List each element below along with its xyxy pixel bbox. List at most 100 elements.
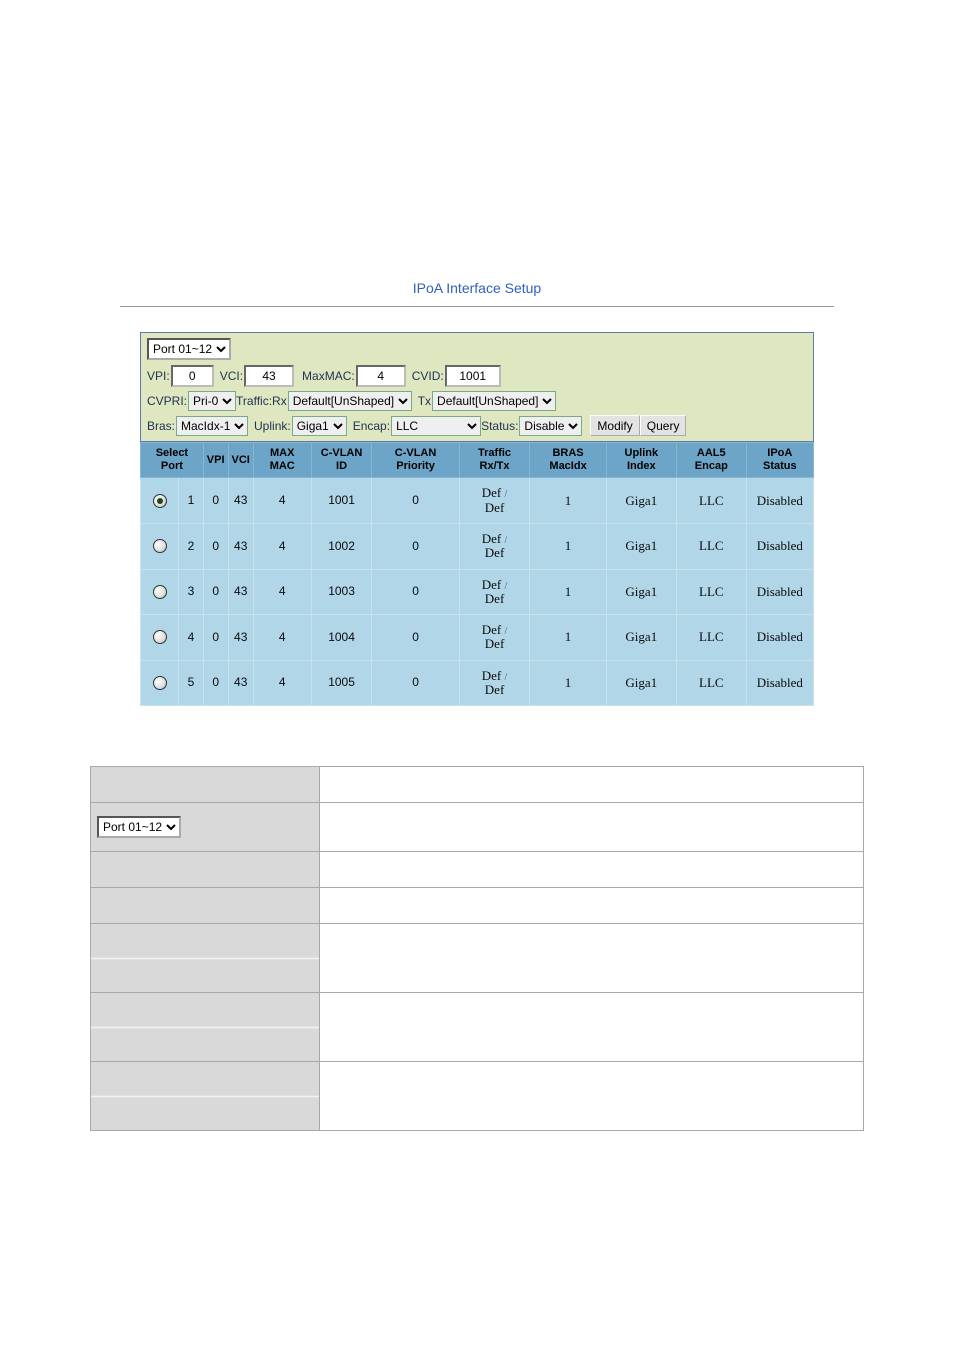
desc-left-3 [91,852,320,888]
cell-uplink: Giga1 [606,615,676,661]
vpi-label: VPI: [147,369,170,383]
traffic-rx-label: Traffic:Rx [236,394,287,408]
config-panel: Port 01~12 VPI: VCI: MaxMAC: CVID: [140,332,814,442]
status-select[interactable]: Disable [519,416,582,436]
table-row: 1043410010Def /Def1Giga1LLCDisabled [141,478,814,524]
desc-right-7 [320,1062,864,1131]
cell-traffic: Def /Def [459,660,530,706]
row-radio[interactable] [153,539,167,553]
col-maxmac: MAX MAC [253,443,311,478]
col-ipoa: IPoA Status [746,443,813,478]
cell-vci: 43 [228,615,253,661]
cell-bras: 1 [530,615,606,661]
desc-left-6 [91,993,320,1062]
cell-cvid: 1004 [311,615,372,661]
cell-traffic: Def /Def [459,569,530,615]
cell-cvpri: 0 [372,478,459,524]
table-row: 4043410040Def /Def1Giga1LLCDisabled [141,615,814,661]
ipoa-table: Select Port VPI VCI MAX MAC C-VLAN ID C-… [140,442,814,706]
cell-maxmac: 4 [253,615,311,661]
desc-right-6 [320,993,864,1062]
cell-vpi: 0 [203,523,228,569]
table-row: 2043410020Def /Def1Giga1LLCDisabled [141,523,814,569]
col-uplink: Uplink Index [606,443,676,478]
cell-traffic: Def /Def [459,523,530,569]
cell-uplink: Giga1 [606,660,676,706]
cell-bras: 1 [530,523,606,569]
cell-vpi: 0 [203,478,228,524]
cvid-input[interactable] [445,365,501,387]
col-select-port: Select Port [141,443,204,478]
cell-traffic: Def /Def [459,478,530,524]
cvid-label: CVID: [412,369,444,383]
row-radio[interactable] [153,585,167,599]
vci-label: VCI: [220,369,243,383]
cell-vpi: 0 [203,569,228,615]
page-title: IPoA Interface Setup [413,280,541,296]
port-range-select[interactable]: Port 01~12 [149,340,229,358]
cell-port: 1 [179,478,204,524]
cell-cvid: 1005 [311,660,372,706]
query-button[interactable]: Query [640,415,687,436]
desc-left-port: Port 01~12 [91,803,320,852]
maxmac-input[interactable] [356,365,406,387]
tx-label: Tx [418,394,431,408]
cvpri-select[interactable]: Pri-0 [188,391,236,411]
cell-cvid: 1002 [311,523,372,569]
traffic-rx-select[interactable]: Default[UnShaped] [288,391,412,411]
desc-right-port [320,803,864,852]
maxmac-label: MaxMAC: [302,369,355,383]
uplink-select[interactable]: Giga1 [292,416,347,436]
row-radio[interactable] [153,494,167,508]
col-bras: BRAS MacIdx [530,443,606,478]
col-traffic: Traffic Rx/Tx [459,443,530,478]
row-radio[interactable] [153,630,167,644]
cell-uplink: Giga1 [606,569,676,615]
bras-label: Bras: [147,419,175,433]
desc-left-1 [91,767,320,803]
cell-status: Disabled [746,523,813,569]
cell-maxmac: 4 [253,569,311,615]
desc-right-3 [320,852,864,888]
col-cvlan-pri: C-VLAN Priority [372,443,459,478]
cell-cvpri: 0 [372,523,459,569]
desc-right-5 [320,924,864,993]
vci-input[interactable] [244,365,294,387]
table-row: 3043410030Def /Def1Giga1LLCDisabled [141,569,814,615]
cell-maxmac: 4 [253,478,311,524]
cell-aal5: LLC [676,523,746,569]
cell-vci: 43 [228,478,253,524]
cell-status: Disabled [746,569,813,615]
row-radio[interactable] [153,676,167,690]
cell-cvid: 1003 [311,569,372,615]
description-table: Port 01~12 [90,766,864,1131]
cell-cvpri: 0 [372,615,459,661]
cell-cvpri: 0 [372,569,459,615]
vpi-input[interactable] [171,365,214,387]
cell-vci: 43 [228,569,253,615]
desc-right-1 [320,767,864,803]
uplink-label: Uplink: [254,419,291,433]
bras-select[interactable]: MacIdx-1 [176,416,248,436]
cell-status: Disabled [746,660,813,706]
col-vpi: VPI [203,443,228,478]
cell-aal5: LLC [676,660,746,706]
cvpri-label: CVPRI: [147,394,187,408]
traffic-tx-select[interactable]: Default[UnShaped] [432,391,556,411]
cell-maxmac: 4 [253,660,311,706]
cell-port: 4 [179,615,204,661]
cell-bras: 1 [530,569,606,615]
cell-bras: 1 [530,478,606,524]
desc-port-select[interactable]: Port 01~12 [99,818,179,836]
col-aal5: AAL5 Encap [676,443,746,478]
status-label: Status: [481,419,518,433]
desc-left-7 [91,1062,320,1131]
encap-select[interactable]: LLC [391,416,481,436]
cell-vci: 43 [228,523,253,569]
col-vci: VCI [228,443,253,478]
cell-aal5: LLC [676,615,746,661]
cell-maxmac: 4 [253,523,311,569]
cell-vpi: 0 [203,615,228,661]
modify-button[interactable]: Modify [590,415,639,436]
cell-port: 5 [179,660,204,706]
